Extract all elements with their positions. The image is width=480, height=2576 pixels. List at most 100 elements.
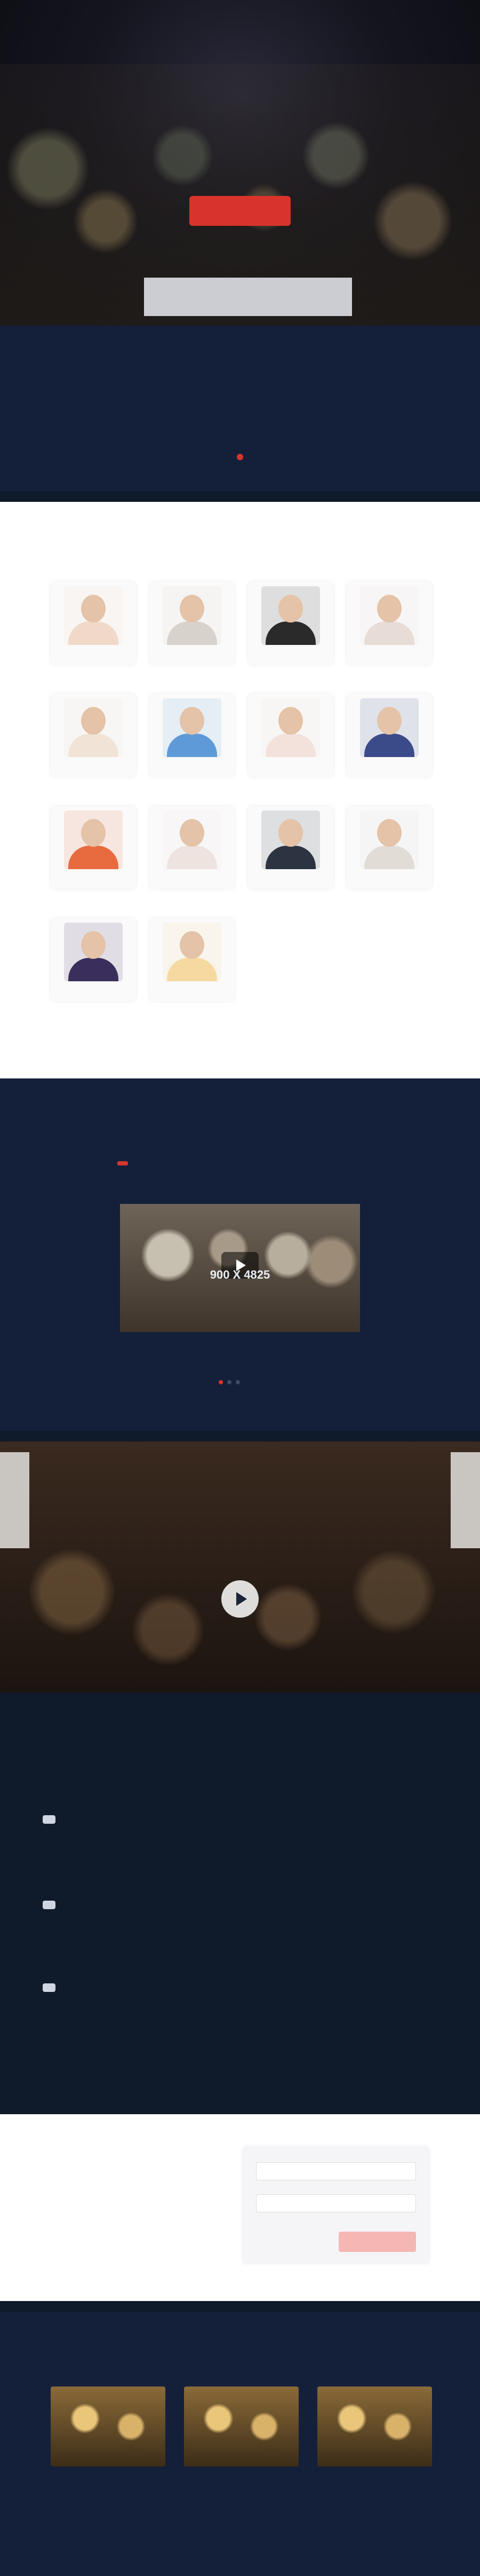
cta-background-image xyxy=(0,1441,480,1692)
intro-section xyxy=(0,326,480,491)
speaker-card[interactable] xyxy=(51,806,136,889)
speaker-photo xyxy=(261,698,320,757)
agenda-item[interactable] xyxy=(67,1901,80,1909)
speaker-photo-head xyxy=(180,819,204,847)
speaker-card[interactable] xyxy=(149,694,235,777)
video-section: 900 X 4825 xyxy=(0,1078,480,1431)
speaker-photo-body xyxy=(167,846,217,869)
agenda-item[interactable] xyxy=(43,1901,55,1909)
agenda-item[interactable] xyxy=(67,1983,80,1992)
speaker-card[interactable] xyxy=(149,918,235,1001)
speaker-photo-head xyxy=(81,707,106,735)
agenda-item[interactable] xyxy=(165,1983,178,1992)
speaker-photo-body xyxy=(167,621,217,645)
speaker-grid xyxy=(51,582,432,1001)
speaker-photo-body xyxy=(364,621,414,645)
agenda-item[interactable] xyxy=(116,1983,129,1992)
newsletter-form xyxy=(243,2146,429,2264)
speaker-card[interactable] xyxy=(51,694,136,777)
agenda-item[interactable] xyxy=(116,1815,129,1824)
speaker-card[interactable] xyxy=(347,582,432,665)
speaker-photo-head xyxy=(278,707,303,735)
speaker-photo-body xyxy=(68,734,118,757)
speaker-card[interactable] xyxy=(248,694,333,777)
speaker-card[interactable] xyxy=(51,918,136,1001)
subscribe-button[interactable] xyxy=(339,2232,416,2252)
register-button[interactable] xyxy=(189,196,291,226)
speaker-photo xyxy=(64,698,123,757)
speaker-photo-head xyxy=(81,819,106,847)
speaker-card[interactable] xyxy=(347,694,432,777)
image-placeholder-label: 900 X 4825 xyxy=(210,1268,270,1281)
agenda-item[interactable] xyxy=(92,1815,105,1824)
speaker-card[interactable] xyxy=(51,582,136,665)
carousel-dot[interactable] xyxy=(236,1380,240,1384)
blog-card[interactable] xyxy=(317,2386,432,2473)
speaker-photo xyxy=(360,586,419,645)
blog-image xyxy=(184,2386,299,2467)
video-tab[interactable] xyxy=(235,1161,245,1165)
speaker-card[interactable] xyxy=(248,806,333,889)
agenda-item[interactable] xyxy=(43,1983,55,1992)
top-navigation xyxy=(0,0,480,10)
blog-card[interactable] xyxy=(184,2386,299,2473)
speaker-photo xyxy=(163,698,221,757)
cta-section xyxy=(0,1441,480,1692)
speaker-card[interactable] xyxy=(248,582,333,665)
speaker-photo xyxy=(163,810,221,869)
email-field[interactable] xyxy=(256,2194,416,2212)
agenda-item[interactable] xyxy=(92,1983,105,1992)
speaker-photo-body xyxy=(167,958,217,981)
video-tabs xyxy=(117,1161,363,1165)
speaker-photo-body xyxy=(68,958,118,981)
agenda-item[interactable] xyxy=(92,1901,105,1909)
speaker-photo xyxy=(64,923,123,981)
carousel-dot[interactable] xyxy=(227,1380,231,1384)
speaker-photo xyxy=(360,810,419,869)
blog-image xyxy=(51,2386,165,2467)
speaker-photo-head xyxy=(278,595,303,623)
agenda-item[interactable] xyxy=(141,1983,154,1992)
agenda-row xyxy=(43,1901,427,1909)
left-edge-panel xyxy=(0,1452,29,1548)
agenda-item[interactable] xyxy=(67,1815,80,1824)
speaker-photo-head xyxy=(377,595,402,623)
speaker-photo-body xyxy=(266,621,316,645)
speaker-photo-body xyxy=(364,734,414,757)
speaker-photo-head xyxy=(377,819,402,847)
speaker-photo-head xyxy=(81,931,106,959)
speaker-card[interactable] xyxy=(149,582,235,665)
speaker-photo-head xyxy=(81,595,106,623)
blog-card[interactable] xyxy=(51,2386,165,2473)
right-edge-panel xyxy=(451,1452,480,1548)
agenda-item[interactable] xyxy=(116,1901,129,1909)
agenda-row xyxy=(43,1983,427,1992)
carousel-dot[interactable] xyxy=(219,1380,223,1384)
blog-cards xyxy=(51,2386,432,2473)
agenda-item[interactable] xyxy=(43,1815,55,1824)
newsletter-section xyxy=(0,2114,480,2301)
agenda-item[interactable] xyxy=(165,1901,178,1909)
speaker-photo-head xyxy=(180,931,204,959)
speaker-photo-head xyxy=(377,707,402,735)
play-video-icon[interactable] xyxy=(221,1580,259,1618)
name-field[interactable] xyxy=(256,2162,416,2180)
hero-banner xyxy=(144,278,352,316)
video-tab[interactable] xyxy=(352,1161,363,1165)
speaker-photo xyxy=(64,586,123,645)
speaker-photo-head xyxy=(180,707,204,735)
speaker-photo-head xyxy=(278,819,303,847)
agenda-row xyxy=(43,1815,427,1824)
speaker-photo-body xyxy=(266,846,316,869)
speaker-photo xyxy=(360,698,419,757)
agenda-item[interactable] xyxy=(141,1901,154,1909)
speaker-photo-body xyxy=(364,846,414,869)
blog-image xyxy=(317,2386,432,2467)
speaker-photo xyxy=(64,810,123,869)
video-tab[interactable] xyxy=(117,1161,128,1165)
speaker-card[interactable] xyxy=(149,806,235,889)
speaker-card[interactable] xyxy=(347,806,432,889)
speaker-photo-body xyxy=(167,734,217,757)
decorative-dot xyxy=(237,454,243,460)
speaker-photo xyxy=(163,586,221,645)
